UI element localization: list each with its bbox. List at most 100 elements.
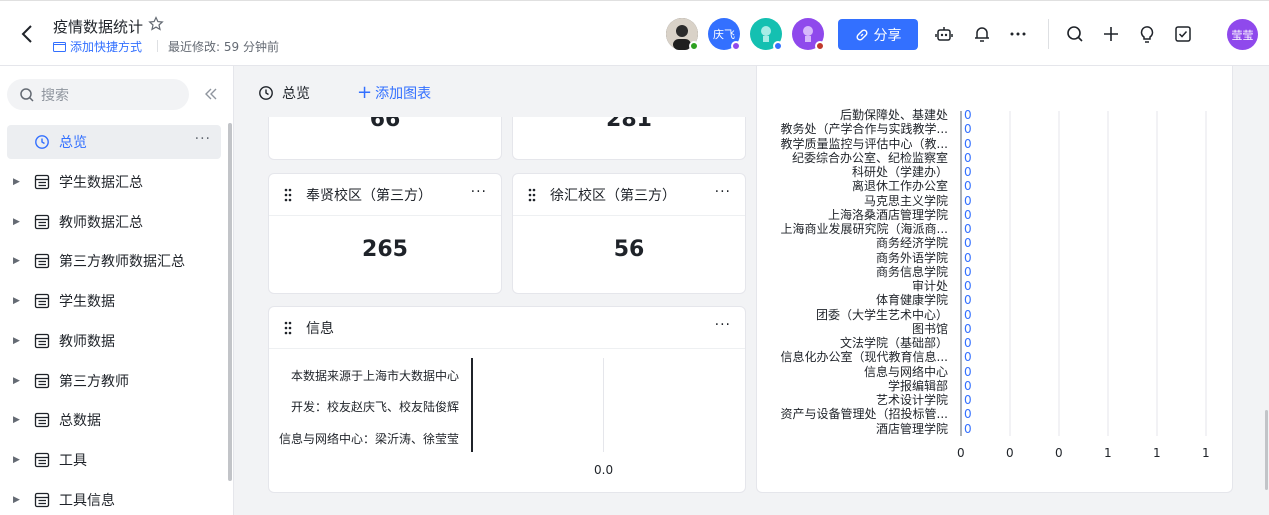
drag-handle-icon[interactable] (527, 188, 537, 202)
add-shortcut-link[interactable]: 添加快捷方式 (53, 38, 142, 55)
category-label: 教学质量监控与评估中心（教... (780, 136, 948, 151)
category-label: 马克思主义学院 (863, 193, 948, 208)
card-title: 徐汇校区（第三方） (550, 187, 676, 204)
more-icon[interactable] (1007, 23, 1029, 45)
sidebar-item-third-party-teacher-summary[interactable]: ▶ 第三方教师数据汇总 (7, 244, 221, 278)
data-label: 0 (964, 407, 972, 422)
data-label: 0 (964, 264, 972, 279)
data-label: 0 (964, 393, 972, 407)
tab-overview-overlay[interactable]: 总览 (258, 83, 310, 103)
data-label: 0 (964, 336, 972, 350)
xuhui-card[interactable]: 徐汇校区（第三方） ··· 56 (512, 173, 746, 294)
card-more-icon[interactable]: ··· (471, 184, 487, 200)
tab-label: 总览 (282, 86, 310, 102)
card-header: 信息 ··· (269, 307, 745, 349)
department-bar-chart[interactable]: 后勤保障处、基建处 0 教务处（产学合作与实践教学... 0 教学质量监控与评估中心（教… (756, 66, 1233, 493)
category-label: 艺术设计学院 (875, 393, 948, 407)
dashboard-icon (35, 135, 49, 149)
data-label: 0 (964, 364, 972, 379)
data-label: 0 (964, 250, 972, 265)
category-label: 商务外语学院 (875, 250, 948, 265)
card-title: 奉贤校区（第三方） (306, 187, 432, 204)
expand-caret-icon[interactable]: ▶ (13, 177, 27, 187)
search-placeholder: 搜索 (41, 87, 69, 104)
table-icon (34, 452, 50, 468)
sidebar-item-total-data[interactable]: ▶ 总数据 (7, 403, 221, 437)
current-user-avatar[interactable]: 莹莹 (1227, 19, 1258, 50)
expand-caret-icon[interactable]: ▶ (13, 217, 27, 227)
sidebar: 搜索 总览 ··· ▶ 学生数据汇总 ▶ 教师数据汇总 ▶ 第三方教师数据汇总 … (0, 66, 234, 515)
link-icon (855, 28, 868, 41)
collapse-sidebar-icon[interactable] (201, 84, 221, 104)
sidebar-item-label: 教师数据 (59, 334, 115, 350)
info-line: 信息与网络中心：梁沂涛、徐莹莹 (278, 432, 459, 446)
share-button[interactable]: 分享 (838, 19, 918, 50)
user-icon (761, 26, 771, 42)
sidebar-item-teacher-summary[interactable]: ▶ 教师数据汇总 (7, 205, 221, 239)
star-icon[interactable] (148, 16, 164, 32)
category-label: 体育健康学院 (875, 293, 948, 308)
card-title: 信息 (306, 320, 334, 337)
data-label: 0 (964, 179, 972, 194)
share-label: 分享 (873, 27, 902, 44)
collaborator-avatar[interactable] (792, 18, 825, 51)
category-label: 信息与网络中心 (863, 364, 948, 379)
collaborator-avatar[interactable] (666, 18, 699, 51)
back-arrow-icon[interactable] (18, 23, 38, 45)
search-icon[interactable] (1064, 23, 1086, 45)
data-label: 0 (964, 207, 972, 222)
expand-caret-icon[interactable]: ▶ (13, 376, 27, 386)
search-icon (20, 87, 34, 102)
sidebar-item-tools[interactable]: ▶ 工具 (7, 443, 221, 477)
task-checkbox-icon[interactable] (1172, 23, 1194, 45)
sidebar-scrollbar[interactable] (228, 123, 232, 481)
bell-icon[interactable] (971, 23, 993, 45)
lightbulb-icon[interactable] (1136, 23, 1158, 45)
collaborator-avatar[interactable] (750, 18, 783, 51)
info-card[interactable]: 信息 ··· 本数据来源于上海市大数据中心 开发：校友赵庆飞、校友陆俊辉 信息与… (268, 306, 746, 493)
table-icon (34, 333, 50, 349)
plus-icon[interactable] (1100, 23, 1122, 45)
x-tick-label: 0 (1006, 446, 1014, 460)
sidebar-item-student-summary[interactable]: ▶ 学生数据汇总 (7, 165, 221, 199)
main-scrollbar[interactable] (1265, 410, 1268, 490)
sidebar-item-tool-info[interactable]: ▶ 工具信息 (7, 483, 221, 515)
x-tick-label: 1 (1202, 446, 1210, 460)
sidebar-item-label: 学生数据 (59, 294, 115, 310)
expand-caret-icon[interactable]: ▶ (13, 296, 27, 306)
category-label: 上海洛桑酒店管理学院 (827, 207, 948, 222)
category-label: 商务经济学院 (875, 236, 948, 251)
search-input[interactable]: 搜索 (7, 79, 189, 110)
card-more-icon[interactable]: ··· (715, 317, 731, 333)
expand-caret-icon[interactable]: ▶ (13, 495, 27, 505)
plus-icon: + (357, 82, 373, 103)
sidebar-item-teacher-data[interactable]: ▶ 教师数据 (7, 324, 221, 358)
expand-caret-icon[interactable]: ▶ (13, 256, 27, 266)
sidebar-item-label: 总览 (59, 135, 87, 151)
data-label: 0 (964, 193, 972, 208)
sidebar-item-label: 工具 (59, 453, 87, 469)
collaborator-avatar[interactable]: 庆飞 (708, 18, 741, 51)
table-icon (34, 373, 50, 389)
info-line: 本数据来源于上海市大数据中心 (290, 369, 459, 383)
sidebar-item-third-party-teacher[interactable]: ▶ 第三方教师 (7, 364, 221, 398)
data-label: 0 (964, 350, 972, 365)
more-options-icon[interactable]: ··· (195, 131, 211, 147)
sidebar-item-label: 第三方教师 (59, 374, 129, 390)
sidebar-item-overview[interactable]: 总览 ··· (7, 125, 221, 159)
grid-line (603, 358, 604, 452)
drag-handle-icon[interactable] (283, 321, 293, 335)
add-chart-button-overlay[interactable]: + 添加图表 (357, 83, 431, 103)
dashboard-icon (259, 86, 273, 100)
expand-caret-icon[interactable]: ▶ (13, 415, 27, 425)
robot-icon[interactable] (933, 23, 955, 45)
fengxian-card[interactable]: 奉贤校区（第三方） ··· 265 (268, 173, 502, 294)
drag-handle-icon[interactable] (283, 188, 293, 202)
expand-caret-icon[interactable]: ▶ (13, 455, 27, 465)
expand-caret-icon[interactable]: ▶ (13, 336, 27, 346)
document-title[interactable]: 疫情数据统计 (53, 16, 143, 37)
card-more-icon[interactable]: ··· (715, 184, 731, 200)
data-label: 0 (964, 222, 972, 236)
category-label: 离退休工作办公室 (851, 179, 948, 194)
sidebar-item-student-data[interactable]: ▶ 学生数据 (7, 284, 221, 318)
